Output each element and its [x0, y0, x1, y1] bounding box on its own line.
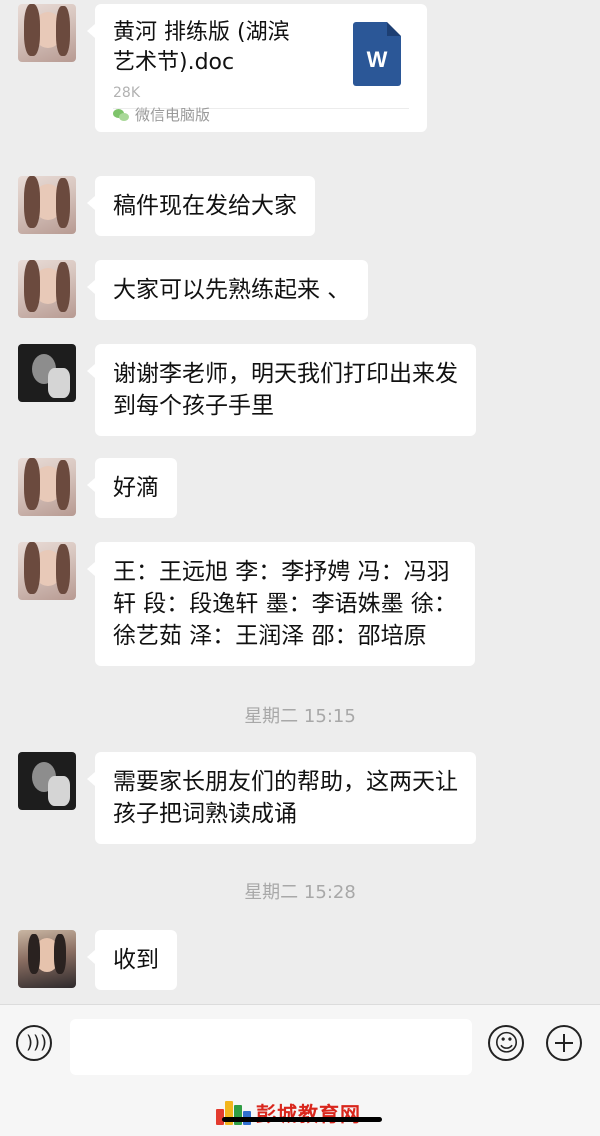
avatar[interactable] [18, 4, 76, 62]
file-size: 28K [113, 85, 140, 101]
file-message-bubble[interactable]: 黄河 排练版 (湖滨 艺术节).doc 28K W 微信电脑版 [87, 4, 427, 132]
word-document-icon: W [353, 22, 401, 86]
avatar[interactable] [18, 344, 76, 402]
message-row: 需要家长朋友们的帮助，这两天让 孩子把词熟读成诵 [18, 752, 476, 844]
message-bubble[interactable]: 大家可以先熟练起来 、 [86, 260, 369, 320]
avatar[interactable] [18, 752, 76, 810]
avatar[interactable] [18, 930, 76, 988]
input-bar: ))) ☺ [0, 1004, 600, 1087]
message-bubble[interactable]: 谢谢李老师，明天我们打印出来发 到每个孩子手里 [87, 344, 476, 436]
plus-icon[interactable] [546, 1025, 582, 1061]
file-name: 黄河 排练版 (湖滨 艺术节).doc [113, 20, 290, 75]
emoji-icon[interactable]: ☺ [488, 1025, 524, 1061]
message-row: 好滴 [18, 458, 177, 518]
avatar[interactable] [18, 458, 76, 516]
watermark-text: 彭城教育网 [256, 1102, 361, 1126]
message-row: 收到 [18, 930, 177, 990]
avatar[interactable] [18, 542, 76, 600]
file-type-letter: W [366, 47, 388, 72]
bottom-area: 彭城教育网 [0, 1086, 600, 1136]
watermark: 彭城教育网 [216, 1098, 361, 1127]
message-bubble[interactable]: 收到 [87, 930, 177, 990]
chat-area[interactable]: 黄河 排练版 (湖滨 艺术节).doc 28K W 微信电脑版 稿件现在发给大家… [0, 0, 600, 1004]
wechat-icon [113, 108, 129, 122]
timestamp: 星期二 15:28 [244, 882, 356, 903]
timestamp: 星期二 15:15 [244, 706, 356, 727]
message-row: 谢谢李老师，明天我们打印出来发 到每个孩子手里 [18, 344, 476, 436]
message-row: 黄河 排练版 (湖滨 艺术节).doc 28K W 微信电脑版 [18, 4, 427, 132]
message-bubble[interactable]: 稿件现在发给大家 [87, 176, 315, 236]
message-row: 大家可以先熟练起来 、 [18, 260, 369, 320]
message-bubble[interactable]: 需要家长朋友们的帮助，这两天让 孩子把词熟读成诵 [87, 752, 476, 844]
message-row: 王：王远旭 李：李抒娉 冯：冯羽 轩 段：段逸轩 墨：李语姝墨 徐： 徐艺茹 泽… [18, 542, 475, 666]
message-row: 稿件现在发给大家 [18, 176, 315, 236]
voice-icon[interactable]: ))) [16, 1025, 52, 1061]
avatar[interactable] [18, 260, 76, 318]
file-source-label: 微信电脑版 [135, 106, 211, 124]
file-source: 微信电脑版 [113, 106, 210, 124]
avatar[interactable] [18, 176, 76, 234]
message-bubble[interactable]: 王：王远旭 李：李抒娉 冯：冯羽 轩 段：段逸轩 墨：李语姝墨 徐： 徐艺茹 泽… [87, 542, 475, 666]
message-bubble[interactable]: 好滴 [87, 458, 177, 518]
message-input[interactable] [70, 1019, 472, 1075]
home-indicator [222, 1117, 382, 1122]
